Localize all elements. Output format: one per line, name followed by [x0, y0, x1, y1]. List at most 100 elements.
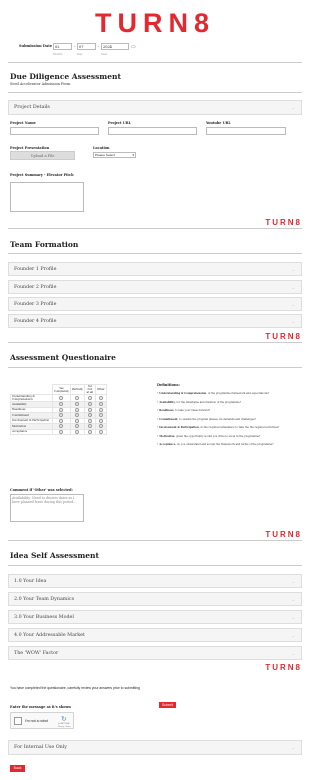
radio-button[interactable] — [59, 429, 64, 434]
radio-button[interactable] — [59, 424, 64, 429]
year-sublabel: Year — [101, 52, 108, 56]
chevron-down-icon: ⌄ — [291, 632, 295, 638]
chevron-down-icon: ⌄ — [291, 301, 295, 307]
project-presentation-label: Project Presentation — [10, 146, 50, 150]
chevron-down-icon: ⌄ — [291, 284, 295, 290]
back-button[interactable]: Back — [10, 765, 25, 772]
idea-section-1[interactable]: 1.0 Your Idea ⌄ — [8, 574, 302, 588]
comment-label: Comment if 'Other' was selected: — [10, 488, 73, 492]
radio-button[interactable] — [75, 413, 80, 418]
idea-section-5[interactable]: The 'WOW' Factor ⌄ — [8, 646, 302, 660]
project-summary-textarea[interactable] — [10, 182, 84, 212]
internal-use-label: For Internal Use Only — [14, 745, 67, 750]
radio-button[interactable] — [98, 413, 103, 418]
upload-file-button[interactable]: Upload a File — [10, 151, 75, 160]
location-select[interactable]: Please Select ▾ — [93, 152, 136, 158]
radio-button[interactable] — [59, 396, 64, 400]
radio-button[interactable] — [87, 407, 92, 412]
radio-button[interactable] — [75, 407, 80, 412]
turn8-logo-small: TURN8 — [265, 332, 302, 341]
date-sep-2: - — [98, 44, 100, 49]
recaptcha-logo-icon: ↻ — [61, 715, 67, 723]
radio-button[interactable] — [98, 396, 103, 400]
definition-text: do you understand and accept the framewo… — [176, 443, 274, 446]
youtube-url-input[interactable] — [206, 127, 286, 135]
recaptcha-terms[interactable]: Privacy - Terms — [58, 726, 70, 728]
submit-button[interactable]: Submit — [159, 702, 176, 708]
radio-button[interactable] — [87, 424, 92, 429]
definition-text: of the programme framework and expectati… — [207, 392, 270, 395]
radio-button[interactable] — [75, 402, 80, 407]
founder-4-panel[interactable]: Founder 4 Profile ⌄ — [8, 314, 302, 328]
founder-1-panel[interactable]: Founder 1 Profile ⌄ — [8, 262, 302, 276]
month-sublabel: Month — [53, 52, 63, 56]
idea-item-label: 4.0 Your Addressable Market — [14, 632, 85, 638]
chevron-down-icon: ⌄ — [291, 266, 295, 272]
radio-button[interactable] — [75, 396, 80, 400]
table-row: Understanding & Comprehension — [10, 394, 107, 402]
radio-button[interactable] — [87, 402, 92, 407]
divider — [8, 228, 302, 229]
project-url-input[interactable] — [108, 127, 197, 135]
founder-1-label: Founder 1 Profile — [14, 266, 57, 272]
radio-button[interactable] — [59, 418, 64, 423]
radio-button[interactable] — [59, 407, 64, 412]
column-header: Yet Not at all — [83, 384, 96, 395]
radio-button[interactable] — [98, 402, 103, 407]
founder-3-panel[interactable]: Founder 3 Profile ⌄ — [8, 297, 302, 311]
divider — [8, 565, 302, 566]
founder-2-label: Founder 2 Profile — [14, 284, 57, 290]
year-input[interactable]: 2024 — [101, 43, 129, 50]
chevron-down-icon: ⌄ — [291, 578, 295, 584]
definition-text: given the opportunity would you drive to… — [176, 434, 261, 438]
radio-button[interactable] — [87, 418, 92, 423]
radio-button[interactable] — [98, 429, 103, 434]
internal-use-panel[interactable]: For Internal Use Only ⌄ — [8, 740, 302, 755]
radio-button[interactable] — [75, 429, 80, 434]
divider — [8, 253, 302, 254]
chevron-down-icon: ▾ — [132, 153, 134, 157]
matrix-corner — [11, 385, 53, 395]
idea-section-2[interactable]: 2.0 Your Team Dynamics ⌄ — [8, 592, 302, 606]
project-details-header[interactable]: Project Details ⌄ — [8, 100, 302, 115]
definition-item: • Motivation, given the opportunity woul… — [157, 434, 261, 438]
recaptcha-checkbox[interactable] — [14, 717, 22, 725]
radio-button[interactable] — [87, 413, 92, 418]
radio-button[interactable] — [87, 396, 92, 400]
radio-button[interactable] — [59, 413, 64, 418]
founder-4-label: Founder 4 Profile — [14, 318, 57, 324]
definition-item: • Involvement & Participation, in the re… — [157, 426, 280, 429]
definition-text: to take your ideas forward? — [175, 409, 211, 412]
divider — [8, 540, 302, 541]
founder-2-panel[interactable]: Founder 2 Profile ⌄ — [8, 280, 302, 294]
divider — [8, 367, 302, 368]
calendar-icon[interactable]: ▭ — [131, 44, 136, 50]
comment-textarea[interactable]: Availability: Need to discuss dates as I… — [10, 494, 84, 522]
chevron-down-icon: ⌄ — [291, 318, 295, 324]
completion-message: You have completed the questionaire, car… — [10, 686, 140, 690]
radio-button[interactable] — [87, 429, 92, 434]
radio-button[interactable] — [98, 424, 103, 429]
radio-button[interactable] — [75, 424, 80, 429]
radio-button[interactable] — [98, 418, 103, 423]
chevron-down-icon: ⌄ — [291, 650, 295, 656]
turn8-logo-small: TURN8 — [265, 218, 302, 227]
divider — [8, 342, 302, 343]
project-name-input[interactable] — [10, 127, 99, 135]
idea-section-4[interactable]: 4.0 Your Addressable Market ⌄ — [8, 628, 302, 642]
founder-3-label: Founder 3 Profile — [14, 301, 57, 307]
definition-item: • Availability, for the timeframe and du… — [157, 400, 242, 404]
definition-item: • Understanding & Comprehension, of the … — [157, 392, 270, 395]
idea-item-label: The 'WOW' Factor — [14, 650, 59, 656]
location-value: Please Select — [95, 153, 116, 157]
definition-item: • Commitment, to sustain the program pha… — [157, 417, 256, 421]
idea-item-label: 2.0 Your Team Dynamics — [14, 596, 75, 602]
month-input[interactable]: 02 — [53, 43, 72, 50]
radio-button[interactable] — [98, 407, 103, 412]
day-input[interactable]: 07 — [77, 43, 96, 50]
divider — [8, 92, 302, 93]
day-sublabel: Day — [77, 52, 83, 56]
radio-button[interactable] — [75, 418, 80, 423]
radio-button[interactable] — [59, 402, 64, 407]
idea-section-3[interactable]: 3.0 Your Business Model ⌄ — [8, 610, 302, 624]
